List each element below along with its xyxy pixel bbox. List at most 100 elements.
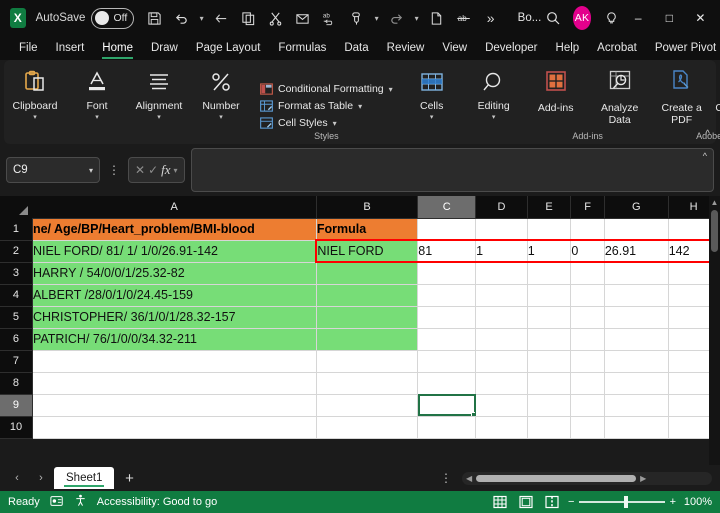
cell-f6[interactable]: [570, 328, 605, 351]
row-header-5[interactable]: 5: [0, 306, 33, 329]
zoom-slider-track[interactable]: [579, 496, 665, 509]
cell-f10[interactable]: [570, 416, 605, 439]
cell-d8[interactable]: [475, 372, 528, 395]
editing-dropdown-icon[interactable]: ▾: [492, 113, 496, 121]
more-commands-icon[interactable]: »: [478, 5, 504, 31]
normal-view-button[interactable]: [490, 494, 510, 510]
row-header-3[interactable]: 3: [0, 262, 33, 285]
add-ins-button[interactable]: Add-ins: [525, 68, 587, 114]
page-break-view-button[interactable]: [542, 494, 562, 510]
tab-power-pivot[interactable]: Power Pivot: [646, 40, 720, 56]
vertical-scroll-thumb[interactable]: [711, 210, 718, 252]
tab-data[interactable]: Data: [335, 40, 377, 56]
cell-e6[interactable]: [527, 328, 572, 351]
cell-a5[interactable]: CHRISTOPHER/ 36/1/0/1/28.32-157: [32, 306, 317, 329]
chevron-up-icon[interactable]: ^: [705, 129, 710, 140]
cell-b4[interactable]: [316, 284, 419, 307]
zoom-slider[interactable]: − +: [568, 496, 676, 509]
row-header-4[interactable]: 4: [0, 284, 33, 307]
row-header-1[interactable]: 1: [0, 218, 33, 241]
chevron-down-icon[interactable]: ▾: [89, 166, 93, 175]
cell-e7[interactable]: [527, 350, 572, 373]
editing-button[interactable]: Editing ▾: [463, 62, 525, 121]
chevron-left-icon[interactable]: ‹: [6, 467, 28, 489]
cell-f3[interactable]: [570, 262, 605, 285]
add-sheet-button[interactable]: +: [116, 467, 142, 489]
cell-f1[interactable]: [570, 218, 605, 241]
cell-f9[interactable]: [570, 394, 605, 417]
tab-file[interactable]: File: [10, 40, 47, 56]
cell-c7[interactable]: [417, 350, 477, 373]
cell-g6[interactable]: [604, 328, 669, 351]
cell-d5[interactable]: [475, 306, 528, 329]
column-header-c[interactable]: C: [417, 196, 477, 219]
paste-dropdown-icon[interactable]: ▾: [371, 14, 383, 23]
lightbulb-icon[interactable]: [599, 4, 622, 32]
chevron-up-icon[interactable]: ^: [703, 151, 707, 161]
cell-e9[interactable]: [527, 394, 572, 417]
number-button[interactable]: Number ▾: [190, 62, 252, 121]
column-header-d[interactable]: D: [475, 196, 528, 219]
cell-e8[interactable]: [527, 372, 572, 395]
minimize-button[interactable]: –: [623, 1, 654, 35]
zoom-out-button[interactable]: −: [568, 496, 574, 508]
analyze-data-button[interactable]: Analyze Data: [589, 68, 651, 126]
column-header-b[interactable]: B: [316, 196, 419, 219]
cell-a3[interactable]: HARRY / 54/0/0/1/25.32-82: [32, 262, 317, 285]
alignment-dropdown-icon[interactable]: ▾: [157, 113, 161, 121]
enter-check-icon[interactable]: ✓: [148, 163, 158, 177]
alignment-button[interactable]: Alignment ▾: [128, 62, 190, 121]
create-pdf-button[interactable]: Create a PDF: [651, 68, 713, 126]
cell-c2[interactable]: 81: [417, 239, 477, 263]
cell-c4[interactable]: [417, 284, 477, 307]
save-icon[interactable]: [142, 5, 168, 31]
cell-b8[interactable]: [316, 372, 419, 395]
cell-c9[interactable]: [417, 394, 477, 417]
cell-c8[interactable]: [417, 372, 477, 395]
cell-g2[interactable]: 26.91: [604, 239, 669, 263]
tab-insert[interactable]: Insert: [47, 40, 94, 56]
cell-a4[interactable]: ALBERT /28/0/1/0/24.45-159: [32, 284, 317, 307]
tab-home[interactable]: Home: [93, 40, 142, 59]
spelling-icon[interactable]: ab: [317, 5, 343, 31]
worksheet-grid[interactable]: A B C D E F G H 1 ne/ Age/BP/Heart_probl…: [0, 196, 720, 465]
create-pdf-share-button[interactable]: Create a PDF and Share link: [715, 68, 720, 126]
cell-d9[interactable]: [475, 394, 528, 417]
more-dots-icon[interactable]: ⋮: [432, 472, 460, 484]
cell-e10[interactable]: [527, 416, 572, 439]
avatar[interactable]: AK: [572, 6, 592, 30]
row-header-7[interactable]: 7: [0, 350, 33, 373]
column-header-g[interactable]: G: [604, 196, 669, 219]
cell-g8[interactable]: [604, 372, 669, 395]
cell-g7[interactable]: [604, 350, 669, 373]
tab-review[interactable]: Review: [378, 40, 434, 56]
cell-d4[interactable]: [475, 284, 528, 307]
accessibility-icon[interactable]: [74, 494, 87, 510]
cell-g5[interactable]: [604, 306, 669, 329]
cell-b5[interactable]: [316, 306, 419, 329]
cell-b2[interactable]: NIEL FORD: [315, 239, 419, 263]
cell-g3[interactable]: [604, 262, 669, 285]
chevron-down-icon[interactable]: ▾: [333, 119, 337, 128]
cell-c3[interactable]: [417, 262, 477, 285]
undo-icon[interactable]: [169, 5, 195, 31]
cell-e4[interactable]: [527, 284, 572, 307]
cell-d6[interactable]: [475, 328, 528, 351]
select-all-corner[interactable]: [0, 196, 33, 218]
maximize-button[interactable]: □: [654, 1, 685, 35]
cell-g10[interactable]: [604, 416, 669, 439]
cells-button[interactable]: Cells ▾: [401, 62, 463, 121]
cell-a9[interactable]: [32, 394, 317, 417]
cell-e5[interactable]: [527, 306, 572, 329]
horizontal-scroll-thumb[interactable]: [476, 474, 637, 482]
chevron-down-icon[interactable]: ▾: [389, 85, 393, 94]
cell-f4[interactable]: [570, 284, 605, 307]
zoom-level-label[interactable]: 100%: [682, 496, 712, 508]
format-as-table-button[interactable]: Format as Table ▾: [260, 99, 393, 113]
cell-c10[interactable]: [417, 416, 477, 439]
cell-a10[interactable]: [32, 416, 317, 439]
cancel-x-icon[interactable]: ✕: [135, 163, 145, 177]
font-button[interactable]: Font ▾: [66, 62, 128, 121]
row-header-8[interactable]: 8: [0, 372, 33, 395]
cell-c5[interactable]: [417, 306, 477, 329]
